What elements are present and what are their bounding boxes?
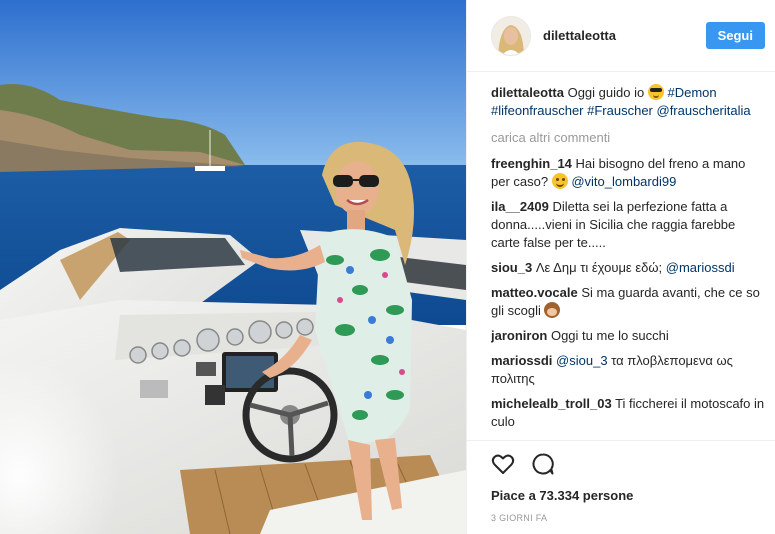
comment-username[interactable]: jaroniron bbox=[491, 328, 547, 343]
comment-item: siou_3 Λε Δημ τι έχουμε εδώ; @mariossdi bbox=[491, 259, 765, 277]
follow-button[interactable]: Segui bbox=[705, 22, 765, 49]
comment-username[interactable]: mariossdi bbox=[491, 353, 552, 368]
post-header: dilettaleotta Segui bbox=[467, 0, 775, 72]
comment-item: jaroniron Oggi tu me lo succhi bbox=[491, 327, 765, 345]
hashtag-link[interactable]: #lifeonfrauscher bbox=[491, 103, 584, 118]
hashtag-link[interactable]: #Frauscher bbox=[587, 103, 653, 118]
caption-username[interactable]: dilettaleotta bbox=[491, 85, 564, 100]
header-username[interactable]: dilettaleotta bbox=[543, 28, 706, 43]
wink-emoji-icon bbox=[551, 173, 568, 189]
comment-item: freenghin_14 Hai bisogno del freno a man… bbox=[491, 155, 765, 191]
caption: dilettaleotta Oggi guido io #Demon #life… bbox=[491, 84, 765, 120]
likes-count[interactable]: Piace a 73.334 persone bbox=[491, 488, 751, 503]
comment-text: Oggi tu me lo succhi bbox=[550, 328, 669, 343]
avatar[interactable] bbox=[491, 15, 531, 56]
heart-icon[interactable] bbox=[491, 452, 515, 476]
post-actions: Piace a 73.334 persone 3 GIORNI FA bbox=[467, 440, 775, 523]
comments-list[interactable]: dilettaleotta Oggi guido io #Demon #life… bbox=[491, 84, 765, 444]
comment-item: ila__2409 Diletta sei la perfezione fatt… bbox=[491, 198, 765, 252]
hashtag-link[interactable]: #Demon bbox=[667, 85, 716, 100]
monkey-emoji-icon bbox=[544, 302, 561, 318]
action-icons bbox=[491, 449, 751, 479]
post-photo[interactable] bbox=[0, 0, 466, 534]
comment-username[interactable]: ila__2409 bbox=[491, 199, 549, 214]
mention-link[interactable]: @siou_3 bbox=[556, 353, 608, 368]
comment-username[interactable]: freenghin_14 bbox=[491, 156, 572, 171]
comment-item: michelealb_troll_03 Ti ficcherei il moto… bbox=[491, 395, 765, 431]
caption-text: Oggi guido io bbox=[567, 85, 645, 100]
sunglasses-emoji-icon bbox=[647, 84, 664, 100]
comment-item: mariossdi @siou_3 τα πλοβλεπομενα ως πολ… bbox=[491, 352, 765, 388]
comment-icon[interactable] bbox=[531, 452, 555, 476]
post-timestamp: 3 GIORNI FA bbox=[491, 513, 548, 523]
comment-username[interactable]: matteo.vocale bbox=[491, 285, 578, 300]
post-sidebar: dilettaleotta Segui dilettaleotta Oggi g… bbox=[466, 0, 775, 534]
mention-link[interactable]: @vito_lombardi99 bbox=[571, 174, 676, 189]
load-more-comments[interactable]: carica altri commenti bbox=[491, 130, 765, 145]
comment-username[interactable]: michelealb_troll_03 bbox=[491, 396, 612, 411]
mention-link[interactable]: @mariossdi bbox=[666, 260, 735, 275]
comment-text: Λε Δημ τι έχουμε εδώ; bbox=[535, 260, 663, 275]
comment-item: matteo.vocale Si ma guarda avanti, che c… bbox=[491, 284, 765, 320]
comment-username[interactable]: siou_3 bbox=[491, 260, 532, 275]
mention-link[interactable]: @frauscheritalia bbox=[657, 103, 751, 118]
